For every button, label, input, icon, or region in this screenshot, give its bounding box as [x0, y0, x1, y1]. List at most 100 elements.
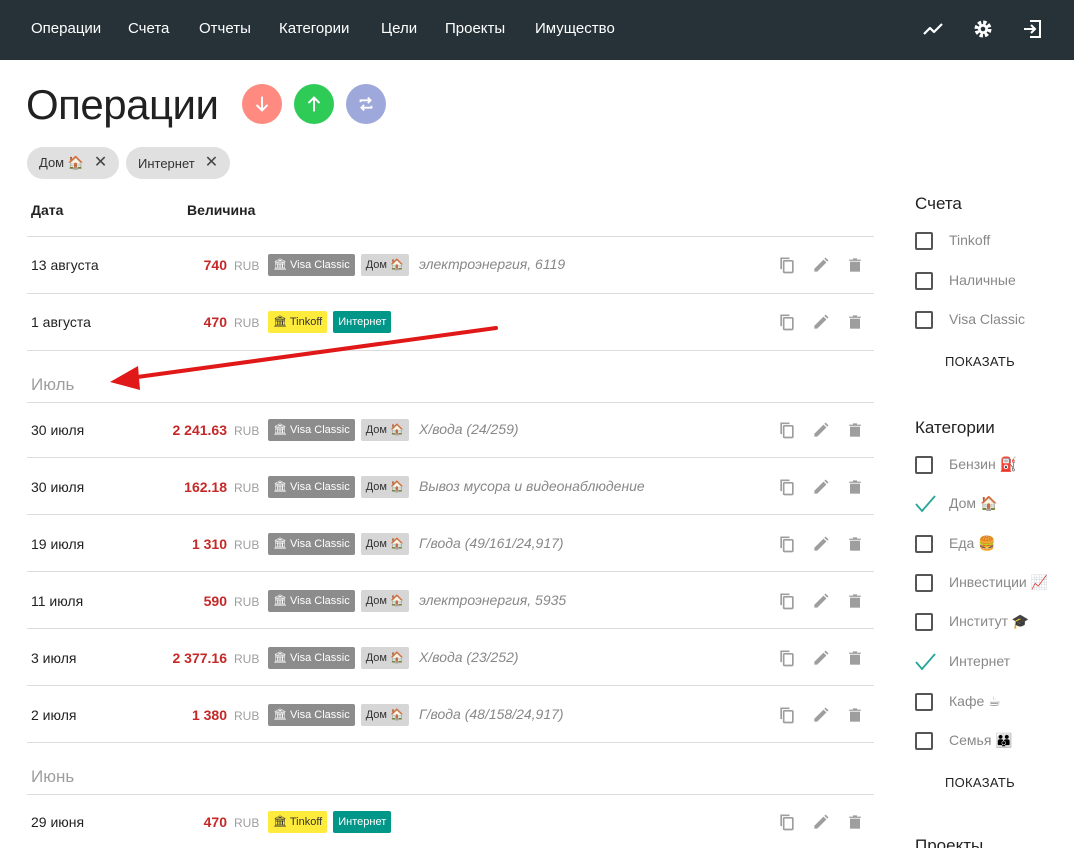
category-tag[interactable]: Дом 🏠: [360, 704, 409, 726]
account-tag[interactable]: 🏛 Visa Classic: [268, 590, 355, 612]
copy-icon[interactable]: [777, 648, 797, 668]
edit-pencil-icon[interactable]: [811, 312, 831, 332]
checkbox-box[interactable]: [915, 574, 933, 592]
checkbox-box[interactable]: [915, 535, 933, 553]
edit-pencil-icon[interactable]: [811, 477, 831, 497]
categories-show-button[interactable]: ПОКАЗАТЬ: [945, 775, 1015, 790]
accounts-show-button[interactable]: ПОКАЗАТЬ: [945, 354, 1015, 369]
delete-trash-icon[interactable]: [845, 591, 865, 611]
edit-pencil-icon[interactable]: [811, 534, 831, 554]
filter-checkbox[interactable]: Наличные: [915, 271, 1016, 291]
category-tag[interactable]: Дом 🏠: [360, 590, 409, 612]
checkbox-box[interactable]: [915, 456, 933, 474]
edit-pencil-icon[interactable]: [811, 705, 831, 725]
currency-label: RUB: [234, 259, 260, 273]
nav-link-goals[interactable]: Цели: [381, 20, 417, 38]
operation-comment: Х/вода (23/252): [419, 649, 519, 665]
row-actions: [777, 591, 879, 611]
delete-trash-icon[interactable]: [845, 312, 865, 332]
account-tag[interactable]: 🏛 Visa Classic: [268, 533, 355, 555]
filter-checkbox[interactable]: Семья 👪: [915, 731, 1013, 751]
add-transfer-button[interactable]: [346, 84, 386, 124]
category-tag[interactable]: Интернет: [333, 811, 392, 833]
column-header-amount[interactable]: Величина: [187, 202, 255, 218]
edit-pencil-icon[interactable]: [811, 648, 831, 668]
delete-trash-icon[interactable]: [845, 255, 865, 275]
nav-link-operations[interactable]: Операции: [31, 20, 101, 38]
checkbox-box[interactable]: [915, 272, 933, 290]
delete-trash-icon[interactable]: [845, 812, 865, 832]
category-tag[interactable]: Дом 🏠: [360, 533, 409, 555]
table-row: 30 июля 162.18 RUB 🏛 Visa Classic Дом 🏠 Вывоз…: [27, 459, 874, 515]
table-row: 19 июля 1 310 RUB 🏛 Visa Classic Дом 🏠 Г/вода…: [27, 516, 874, 572]
operation-amount: 2 377.16: [172, 650, 228, 666]
edit-pencil-icon[interactable]: [811, 255, 831, 275]
month-label-july: Июль: [31, 375, 75, 394]
row-actions: [777, 477, 879, 497]
account-tag[interactable]: 🏛 Visa Classic: [268, 476, 355, 498]
delete-trash-icon[interactable]: [845, 420, 865, 440]
nav-link-reports[interactable]: Отчеты: [199, 20, 251, 38]
category-tag[interactable]: Дом 🏠: [360, 419, 409, 441]
copy-icon[interactable]: [777, 534, 797, 554]
filter-checkbox[interactable]: Visa Classic: [915, 310, 1025, 330]
operation-date: 19 июля: [31, 536, 85, 552]
filter-checkbox[interactable]: Институт 🎓: [915, 612, 1029, 632]
checkmark-icon[interactable]: [915, 652, 937, 672]
account-tag[interactable]: 🏛 Visa Classic: [268, 254, 355, 276]
divider: [27, 794, 874, 795]
operation-amount: 1 310: [191, 536, 227, 552]
filter-checkbox[interactable]: Дом 🏠: [915, 494, 997, 514]
copy-icon[interactable]: [777, 705, 797, 725]
edit-pencil-icon[interactable]: [811, 420, 831, 440]
account-tag[interactable]: 🏛 Visa Classic: [268, 647, 355, 669]
copy-icon[interactable]: [777, 420, 797, 440]
account-tag[interactable]: 🏛 Visa Classic: [268, 419, 355, 441]
copy-icon[interactable]: [777, 255, 797, 275]
filter-checkbox[interactable]: Кафе ☕: [915, 692, 1001, 712]
checkmark-icon[interactable]: [915, 494, 937, 514]
nav-link-accounts[interactable]: Счета: [128, 20, 169, 38]
account-tag[interactable]: 🏛 Visa Classic: [268, 704, 355, 726]
filter-checkbox[interactable]: Интернет: [915, 652, 1010, 672]
currency-label: RUB: [234, 538, 260, 552]
add-income-button[interactable]: [294, 84, 334, 124]
category-tag[interactable]: Дом 🏠: [360, 647, 409, 669]
copy-icon[interactable]: [777, 312, 797, 332]
filter-checkbox[interactable]: Бензин ⛽: [915, 455, 1017, 475]
checkbox-box[interactable]: [915, 693, 933, 711]
filter-checkbox[interactable]: Еда 🍔: [915, 534, 996, 554]
nav-link-projects[interactable]: Проекты: [445, 20, 505, 38]
copy-icon[interactable]: [777, 591, 797, 611]
filter-checkbox[interactable]: Инвестиции 📈: [915, 573, 1048, 593]
delete-trash-icon[interactable]: [845, 534, 865, 554]
delete-trash-icon[interactable]: [845, 705, 865, 725]
copy-icon[interactable]: [777, 812, 797, 832]
trending-up-icon[interactable]: [921, 17, 945, 41]
edit-pencil-icon[interactable]: [811, 812, 831, 832]
category-tag[interactable]: Дом 🏠: [360, 476, 409, 498]
settings-gear-icon[interactable]: [971, 17, 995, 41]
add-expense-button[interactable]: [242, 84, 282, 124]
edit-pencil-icon[interactable]: [811, 591, 831, 611]
delete-trash-icon[interactable]: [845, 477, 865, 497]
checkbox-box[interactable]: [915, 232, 933, 250]
checkbox-box[interactable]: [915, 311, 933, 329]
nav-link-property[interactable]: Имущество: [535, 20, 615, 38]
checkbox-box[interactable]: [915, 732, 933, 750]
filter-checkbox[interactable]: Tinkoff: [915, 231, 990, 251]
checkbox-box[interactable]: [915, 613, 933, 631]
checkbox-label: Семья 👪: [949, 732, 1013, 748]
operation-tags: 🏛 Visa Classic Дом 🏠: [268, 590, 409, 612]
category-tag[interactable]: Дом 🏠: [360, 254, 409, 276]
delete-trash-icon[interactable]: [845, 648, 865, 668]
copy-icon[interactable]: [777, 477, 797, 497]
column-header-date[interactable]: Дата: [31, 202, 63, 218]
logout-icon[interactable]: [1021, 17, 1045, 41]
page-title: Операции: [26, 81, 219, 128]
close-icon[interactable]: ✕: [205, 155, 218, 171]
account-tag[interactable]: 🏛 Tinkoff: [268, 811, 328, 833]
close-icon[interactable]: ✕: [94, 155, 107, 171]
currency-label: RUB: [234, 709, 260, 723]
nav-link-categories[interactable]: Категории: [279, 20, 349, 38]
